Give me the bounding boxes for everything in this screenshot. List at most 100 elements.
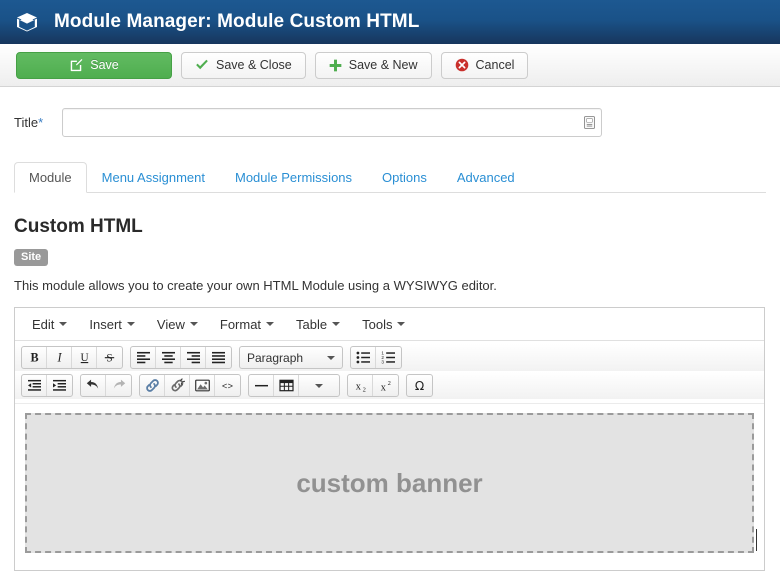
text-style-group: B I U S	[21, 346, 123, 369]
insert-group: <>	[139, 374, 241, 397]
tab-advanced[interactable]: Advanced	[442, 162, 530, 193]
table-options-dropdown[interactable]	[299, 375, 339, 396]
custom-banner-label: custom banner	[296, 467, 483, 498]
module-name-heading: Custom HTML	[14, 216, 143, 237]
table-icon[interactable]	[274, 375, 299, 396]
svg-text:2: 2	[388, 380, 391, 387]
unlink-icon[interactable]	[165, 375, 190, 396]
chevron-down-icon	[126, 322, 135, 326]
chevron-down-icon	[59, 322, 68, 326]
required-asterisk: *	[38, 115, 44, 130]
cube-icon	[14, 9, 40, 35]
svg-text:B: B	[30, 351, 38, 365]
special-char-group: Ω	[406, 374, 433, 397]
tab-options[interactable]: Options	[367, 162, 442, 193]
bold-icon[interactable]: B	[22, 347, 47, 368]
form-field-icon[interactable]	[583, 116, 595, 130]
image-icon[interactable]	[190, 375, 215, 396]
editor-menubar: Edit Insert View Format Table Tools	[15, 308, 764, 341]
page-title: Module Manager: Module Custom HTML	[54, 11, 420, 32]
cancel-button-label: Cancel	[475, 58, 515, 72]
status-badge: Site	[14, 249, 49, 266]
subscript-icon[interactable]: x2	[348, 375, 373, 396]
tab-module[interactable]: Module	[14, 162, 87, 193]
chevron-down-icon	[189, 322, 198, 326]
menu-table[interactable]: Table	[285, 313, 351, 336]
menu-tools-label: Tools	[362, 316, 393, 332]
chevron-down-icon	[397, 322, 406, 326]
tab-module-permissions[interactable]: Module Permissions	[220, 162, 367, 193]
edit-square-icon	[69, 58, 83, 72]
save-and-new-button[interactable]: Save & New	[314, 51, 432, 79]
svg-text:x: x	[355, 381, 360, 392]
menu-view-label: View	[156, 316, 185, 332]
module-description: This module allows you to create your ow…	[14, 278, 497, 293]
save-and-close-button[interactable]: Save & Close	[181, 51, 306, 79]
title-input-wrapper	[62, 108, 602, 137]
menu-format[interactable]: Format	[209, 313, 285, 336]
editor-toolbar-row-1: B I U S Paragraph 1 2 3	[15, 344, 764, 371]
svg-text:Ω: Ω	[415, 379, 424, 393]
menu-view[interactable]: View	[146, 313, 209, 336]
link-icon[interactable]	[140, 375, 165, 396]
svg-text:x: x	[381, 382, 386, 393]
outdent-icon[interactable]	[22, 375, 47, 396]
align-left-icon[interactable]	[131, 347, 156, 368]
chevron-down-icon	[327, 355, 335, 360]
bullet-list-icon[interactable]	[351, 347, 376, 368]
svg-text:3: 3	[381, 360, 384, 364]
indent-group	[21, 374, 73, 397]
omega-icon[interactable]: Ω	[407, 375, 432, 396]
menu-format-label: Format	[219, 316, 262, 332]
list-group: 123	[350, 346, 402, 369]
svg-text:2: 2	[362, 386, 365, 392]
save-and-close-label: Save & Close	[216, 58, 292, 72]
align-center-icon[interactable]	[156, 347, 181, 368]
plus-icon	[329, 59, 342, 72]
editor-content-area[interactable]: custom banner	[15, 403, 764, 570]
menu-edit[interactable]: Edit	[21, 313, 78, 336]
source-code-icon[interactable]: <>	[215, 375, 240, 396]
custom-banner-placeholder[interactable]: custom banner	[25, 413, 757, 553]
cancel-button[interactable]: Cancel	[440, 51, 529, 79]
title-label-text: Title	[14, 115, 39, 130]
svg-text:<>: <>	[222, 381, 234, 392]
tab-menu-assignment[interactable]: Menu Assignment	[87, 162, 220, 193]
main-content: Title* Module Menu Assignment Module Per…	[0, 87, 780, 571]
undo-icon[interactable]	[81, 375, 106, 396]
editor-toolbar-row-2: <> x2 x 2 Ω	[15, 372, 764, 399]
menu-insert[interactable]: Insert	[78, 313, 146, 336]
tab-bar: Module Menu Assignment Module Permission…	[14, 162, 766, 193]
strikethrough-icon[interactable]: S	[97, 347, 122, 368]
save-button-label: Save	[90, 58, 119, 72]
title-label: Title*	[14, 115, 62, 130]
paragraph-format-select[interactable]: Paragraph	[239, 346, 343, 369]
numbered-list-icon[interactable]: 123	[376, 347, 401, 368]
script-group: x2 x2	[347, 374, 399, 397]
align-justify-icon[interactable]	[206, 347, 231, 368]
menu-edit-label: Edit	[32, 316, 55, 332]
history-group	[80, 374, 132, 397]
horizontal-rule-icon[interactable]	[249, 375, 274, 396]
paragraph-select-control[interactable]: Paragraph	[240, 347, 342, 368]
menu-tools[interactable]: Tools	[351, 313, 416, 336]
align-right-icon[interactable]	[181, 347, 206, 368]
text-cursor	[756, 529, 757, 551]
redo-icon[interactable]	[106, 375, 131, 396]
save-button[interactable]: Save	[16, 51, 172, 79]
underline-icon[interactable]: U	[72, 347, 97, 368]
alignment-group	[130, 346, 232, 369]
save-and-new-label: Save & New	[348, 58, 418, 72]
action-toolbar: Save Save & Close Save & New Cancel	[0, 44, 780, 87]
italic-icon[interactable]: I	[47, 347, 72, 368]
block-insert-group	[248, 374, 340, 397]
superscript-icon[interactable]: x2	[373, 375, 398, 396]
chevron-down-icon	[315, 383, 323, 388]
check-icon	[195, 59, 209, 71]
chevron-down-icon	[332, 322, 341, 326]
indent-icon[interactable]	[47, 375, 72, 396]
title-form-row: Title*	[14, 87, 766, 137]
svg-text:S: S	[106, 352, 112, 364]
app-header: Module Manager: Module Custom HTML	[0, 0, 780, 44]
title-input[interactable]	[62, 108, 602, 137]
